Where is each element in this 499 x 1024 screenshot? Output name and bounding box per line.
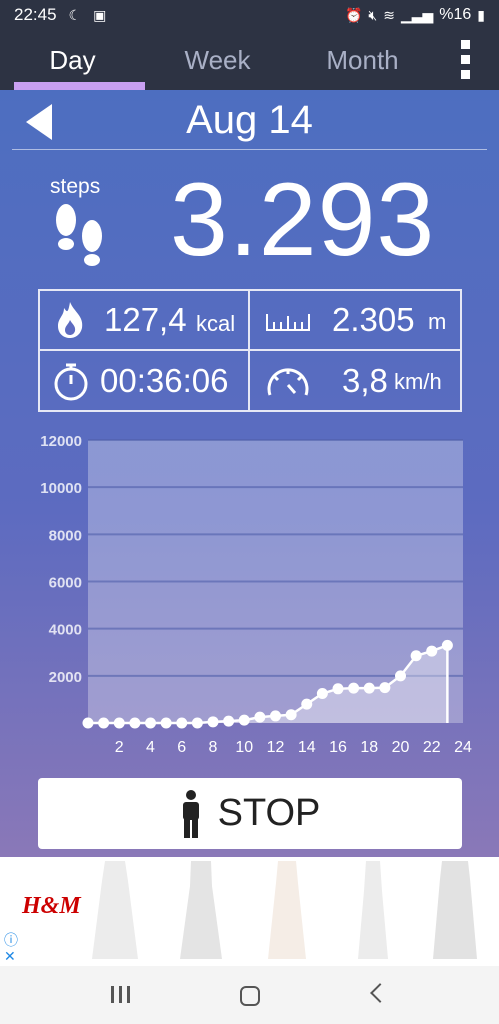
mute-icon: 🔇︎ [368, 6, 378, 23]
divider [12, 149, 487, 150]
data-point [363, 682, 375, 694]
hm-logo: H&M [22, 893, 81, 919]
calories-value: 127,4 [104, 301, 187, 338]
steps-chart: 200040006000800010000120002 4 6 8 10 12 14 16 18… [40, 433, 472, 756]
x-tick-label: 10 [235, 739, 253, 756]
data-point [98, 717, 110, 729]
alarm-icon: ⏰ [344, 6, 363, 23]
overflow-menu-icon[interactable] [461, 40, 473, 79]
steps-value: 3.293 [170, 162, 436, 278]
data-point [145, 717, 156, 729]
flame-icon [58, 302, 83, 338]
ruler-icon [266, 314, 310, 331]
speed-value: 3,8 [342, 361, 388, 399]
battery-percent: %16 [439, 6, 472, 23]
tab-bar: Day Week Month [0, 30, 499, 90]
data-point [176, 717, 188, 729]
navigation-bar [0, 966, 499, 1024]
data-point [82, 717, 94, 729]
data-point [191, 717, 203, 729]
x-tick-label: 8 [209, 739, 218, 756]
data-point [160, 717, 172, 729]
date-title: Aug 14 [186, 98, 313, 142]
steps-label: steps [50, 175, 101, 198]
ad-banner[interactable]: H&M ⓘ ✕ [0, 857, 499, 966]
distance-unit: m [428, 309, 447, 334]
x-tick-label: 22 [423, 739, 441, 756]
calories-stat: 127,4 kcal [40, 291, 250, 351]
dress-image-4 [358, 861, 388, 959]
main-panel: Aug 14 steps 3.293 127,4 kcal 2.305 m 00… [0, 90, 499, 857]
stopwatch-icon [54, 363, 88, 400]
y-tick-label: 4000 [49, 622, 82, 639]
y-tick-label: 8000 [49, 527, 82, 544]
signal-icon: ▁▃▅ [400, 6, 434, 23]
y-tick-label: 2000 [49, 669, 82, 686]
recent-apps-icon[interactable] [111, 986, 130, 1003]
data-point [270, 710, 281, 722]
data-point [441, 639, 453, 651]
speedometer-icon [267, 367, 309, 395]
x-tick-label: 20 [392, 739, 410, 756]
data-point [379, 682, 391, 694]
y-tick-label: 6000 [49, 575, 82, 592]
person-icon [182, 789, 199, 838]
data-point [395, 670, 406, 682]
moon-icon: ☾ [68, 6, 82, 23]
status-time: 22:45 [14, 5, 57, 24]
data-point [410, 650, 422, 662]
duration-value: 00:36:06 [100, 361, 229, 399]
stop-button[interactable]: STOP [38, 778, 462, 849]
x-tick-label: 4 [146, 739, 155, 756]
data-point [316, 688, 328, 700]
speed-stat: 3,8 km/h [250, 351, 462, 410]
dress-image-2 [180, 861, 222, 959]
data-point [348, 682, 360, 694]
duration-stat: 00:36:06 [40, 351, 250, 410]
home-icon[interactable] [240, 986, 260, 1006]
data-point [254, 711, 266, 723]
x-tick-label: 12 [267, 739, 285, 756]
x-tick-label: 16 [329, 739, 347, 756]
dress-image-3 [268, 861, 306, 959]
data-point [285, 709, 297, 721]
wifi-icon: ≋ [383, 6, 395, 23]
tab-month[interactable]: Month [290, 30, 435, 90]
x-tick-label: 24 [454, 739, 472, 756]
data-point [113, 717, 125, 729]
data-point [207, 716, 219, 728]
status-bar: 22:45 ☾ ▣ ⏰ 🔇︎ ≋ ▁▃▅ %16 ▮ [0, 0, 499, 30]
footprints-icon [56, 204, 102, 266]
data-point [301, 698, 313, 710]
data-point [223, 715, 235, 727]
y-tick-label: 12000 [40, 433, 82, 450]
tab-week[interactable]: Week [145, 30, 290, 90]
data-point [129, 717, 141, 729]
calories-unit: kcal [196, 311, 236, 336]
battery-icon: ▮ [477, 6, 485, 23]
x-tick-label: 14 [298, 739, 316, 756]
back-icon[interactable] [370, 983, 390, 1003]
ad-choices-icon[interactable]: ⓘ ✕ [4, 932, 18, 964]
x-tick-label: 6 [177, 739, 186, 756]
dress-image-5 [433, 861, 477, 959]
tab-day[interactable]: Day [0, 30, 145, 90]
data-point [238, 714, 250, 726]
date-row: Aug 14 [0, 90, 499, 150]
dress-image-1 [92, 861, 138, 959]
y-tick-label: 10000 [40, 480, 82, 497]
data-point [426, 645, 438, 657]
stats-grid: 127,4 kcal 2.305 m 00:36:06 3,8 km/h [38, 289, 462, 412]
x-tick-label: 2 [115, 739, 124, 756]
stop-label: STOP [217, 792, 321, 834]
app-notification-icon: ▣ [93, 6, 107, 23]
x-tick-label: 18 [360, 739, 378, 756]
distance-stat: 2.305 m [250, 291, 462, 351]
distance-value: 2.305 [332, 301, 415, 338]
speed-unit: km/h [394, 369, 442, 394]
data-point [332, 683, 344, 695]
